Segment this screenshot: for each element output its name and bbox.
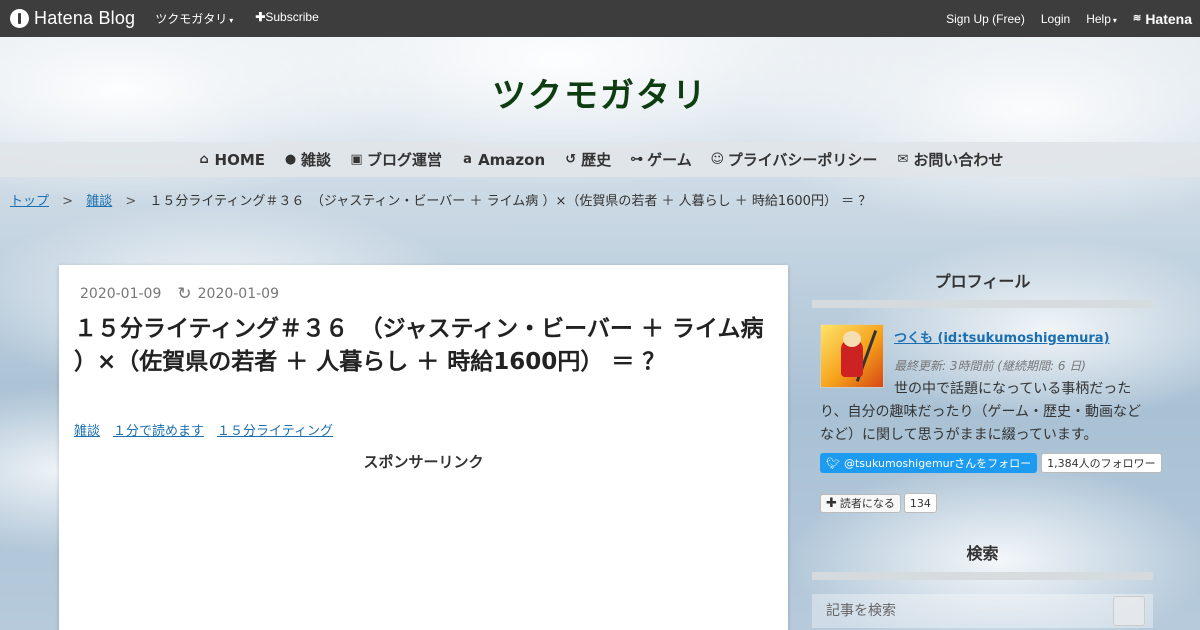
- subscribe-label: Subscribe: [265, 10, 319, 24]
- search-module: 検索: [812, 540, 1153, 628]
- profile-module: プロフィール つくも (id:tsukumoshigemura) 最終更新: 3…: [812, 268, 1162, 513]
- chat-icon: ●: [284, 152, 297, 167]
- article-title[interactable]: １５分ライティング＃３６ （ジャスティン・ビーバー ＋ ライム病 ）×（佐賀県の…: [74, 313, 779, 379]
- login-link[interactable]: Login: [1041, 12, 1070, 26]
- category-link[interactable]: １分で読めます: [113, 420, 204, 439]
- category-link[interactable]: １５分ライティング: [217, 420, 333, 439]
- category-list: 雑談 １分で読めます １５分ライティング: [74, 420, 333, 439]
- nav-label: ゲーム: [647, 151, 692, 169]
- nav-label: 雑談: [301, 151, 332, 169]
- breadcrumb-category-link[interactable]: 雑談: [86, 194, 112, 209]
- profile-desc-line1: 世の中で話題になっている事柄だった: [894, 381, 1132, 397]
- nav-label: お問い合わせ: [913, 151, 1004, 169]
- nav-contact[interactable]: ✉ お問い合わせ: [895, 149, 1003, 170]
- blog-menu-label: ツクモガタリ: [155, 12, 228, 26]
- nav-label: プライバシーポリシー: [727, 151, 878, 169]
- article-dates: 2020-01-09 ↻ 2020-01-09: [80, 284, 279, 304]
- avatar[interactable]: [820, 324, 884, 388]
- signup-link[interactable]: Sign Up (Free): [946, 12, 1025, 26]
- updated-date: 2020-01-09: [197, 286, 279, 302]
- category-link[interactable]: 雑談: [74, 420, 100, 439]
- help-label: Help: [1086, 11, 1111, 26]
- twitter-follow-label: @tsukumoshigemurさんをフォロー: [843, 457, 1032, 470]
- nav-chat[interactable]: ● 雑談: [283, 149, 331, 170]
- breadcrumb-separator: >: [62, 194, 74, 209]
- hatena-blog-brand: Hatena Blog: [34, 8, 136, 28]
- profile-name-link[interactable]: つくも (id:tsukumoshigemura): [894, 327, 1131, 346]
- blog-title[interactable]: ツクモガタリ: [0, 68, 1200, 117]
- amazon-icon: a: [463, 152, 472, 167]
- post-date[interactable]: 2020-01-09: [80, 286, 161, 302]
- nav-privacy[interactable]: ☺ プライバシーポリシー: [710, 149, 878, 170]
- avatar-head: [843, 331, 861, 347]
- nav-label: 歴史: [581, 151, 612, 169]
- article-card: 2020-01-09 ↻ 2020-01-09 １５分ライティング＃３６ （ジャ…: [59, 265, 788, 630]
- hatena-bird-icon: ≋: [1132, 13, 1142, 24]
- hatena-topbar: Hatena Blog ツクモガタリ ▾ ✚Subscribe Sign Up (…: [0, 0, 1200, 37]
- home-icon: ⌂: [199, 152, 209, 167]
- breadcrumb-current: １５分ライティング＃３６ （ジャスティン・ビーバー ＋ ライム病 ）×（佐賀県の…: [149, 194, 872, 209]
- profile-heading: プロフィール: [812, 268, 1153, 308]
- blog-menu-dropdown[interactable]: ツクモガタリ ▾: [155, 10, 233, 27]
- breadcrumb-separator: >: [125, 194, 137, 209]
- global-nav: ⌂ HOME ● 雑談 ▣ ブログ運営 a Amazon ↺ 歴史 ⊶ ゲーム ☺ プライバシ…: [0, 142, 1200, 177]
- plus-icon: ✚: [826, 495, 837, 511]
- nav-label: HOME: [214, 150, 266, 169]
- sponsor-label: スポンサーリンク: [363, 453, 484, 471]
- twitter-icon: 🐦︎: [826, 456, 840, 470]
- updated-icon: ↻: [177, 284, 192, 304]
- nav-game[interactable]: ⊶ ゲーム: [629, 149, 692, 170]
- nav-home[interactable]: ⌂ HOME: [197, 151, 265, 169]
- profile-last-update: 最終更新: 3時間前 (継続期間: 6 日): [894, 359, 1086, 373]
- caret-down-icon: ▾: [1112, 15, 1117, 25]
- subscribe-reader-button[interactable]: ✚ 読者になる: [820, 493, 901, 513]
- search-heading: 検索: [812, 540, 1153, 580]
- caret-down-icon: ▾: [229, 16, 234, 25]
- hatena-logo-icon: [10, 9, 29, 28]
- nav-label: Amazon: [478, 150, 546, 169]
- reader-button-label: 読者になる: [839, 497, 895, 510]
- search-input[interactable]: [812, 594, 1153, 628]
- gamepad-icon: ⊶: [630, 152, 644, 167]
- twitter-follow-button[interactable]: 🐦︎ @tsukumoshigemurさんをフォロー: [820, 453, 1038, 473]
- follower-count: 1,384人のフォロワー: [1041, 453, 1162, 473]
- nav-history[interactable]: ↺ 歴史: [563, 149, 611, 170]
- profile-description: り、自分の趣味だったり（ゲーム・歴史・動画などなど）に関して思うがままに綴ってい…: [820, 404, 1142, 443]
- nav-label: ブログ運営: [367, 151, 443, 169]
- breadcrumb-top-link[interactable]: トップ: [10, 194, 49, 209]
- hatena-blog-logo[interactable]: Hatena Blog: [10, 8, 135, 29]
- blogger-icon: ▣: [350, 152, 363, 167]
- history-icon: ↺: [565, 152, 577, 167]
- hatena-label: Hatena: [1145, 10, 1192, 27]
- smile-icon: ☺: [710, 152, 724, 167]
- search-button[interactable]: [1113, 596, 1145, 626]
- subscribe-button[interactable]: ✚Subscribe: [255, 10, 318, 27]
- plus-icon: ✚: [255, 10, 266, 24]
- hatena-link[interactable]: ≋ Hatena: [1133, 11, 1192, 27]
- nav-blog-management[interactable]: ▣ ブログ運営: [349, 149, 442, 170]
- nav-amazon[interactable]: a Amazon: [460, 151, 545, 169]
- help-dropdown[interactable]: Help ▾: [1086, 12, 1117, 26]
- mail-icon: ✉: [897, 152, 909, 167]
- breadcrumb: トップ > 雑談 > １５分ライティング＃３６ （ジャスティン・ビーバー ＋ ラ…: [10, 190, 871, 209]
- reader-count: 134: [903, 493, 937, 513]
